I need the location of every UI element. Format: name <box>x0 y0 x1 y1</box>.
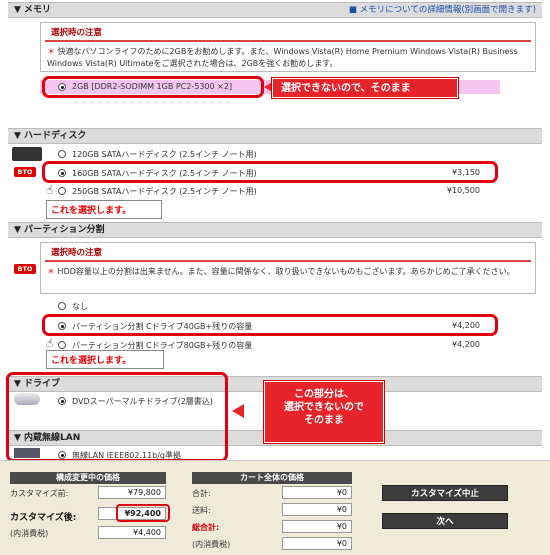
callout-line-3: そのまま <box>304 415 344 426</box>
memory-notice-title: 選択時の注意 <box>45 23 531 42</box>
current-price-title: 構成変更中の価格 <box>10 472 166 484</box>
partition-radio-none[interactable] <box>58 302 66 310</box>
partition-notice-body: ＊ HDD容量以上の分割は出来ません。また、容量に関係なく、取り扱いできないもの… <box>41 262 535 282</box>
hdd-section-header: ▼ ハードディスク <box>8 128 542 144</box>
partition-notice-text: HDD容量以上の分割は出来ません。また、容量に関係なく、取り扱いできないものもご… <box>57 267 515 276</box>
tax-value: ¥4,400 <box>98 526 166 539</box>
partition-notice: 選択時の注意 ＊ HDD容量以上の分割は出来ません。また、容量に関係なく、取り扱… <box>40 242 536 294</box>
hdd-image <box>12 147 42 161</box>
subtotal-label: 合計: <box>192 489 211 498</box>
memory-faded-text: ・・・・・・・・・・・・・・・・・・・・ <box>72 98 232 107</box>
arrow-left-icon <box>232 404 244 418</box>
hdd-radio-120[interactable] <box>58 150 66 158</box>
memory-highlight-box <box>42 76 264 98</box>
total-value: ¥0 <box>282 520 352 533</box>
subtotal-value: ¥0 <box>282 486 352 499</box>
after-value-highlight <box>116 504 170 522</box>
next-button[interactable]: 次へ <box>382 513 508 529</box>
memory-section-header: ▼ メモリ ■ メモリについての詳細情報(別画面で開きます) <box>8 2 542 18</box>
callout-line-1: この部分は、 <box>294 389 354 400</box>
shipping-value: ¥0 <box>282 503 352 516</box>
partition-bto-badge: BTO <box>14 264 36 274</box>
memory-notice-text: 快適なパソコンライフのために2GBをお勧めします。また、Windows Vist… <box>47 47 518 68</box>
hdd-option-250: 250GB SATAハードディスク (2.5インチ ノート用) <box>72 187 257 196</box>
hdd-header-label: ▼ ハードディスク <box>14 131 87 141</box>
hdd-option-120: 120GB SATAハードディスク (2.5インチ ノート用) <box>72 150 257 159</box>
memory-notice: 選択時の注意 ＊ 快適なパソコンライフのために2GBをお勧めします。また、Win… <box>40 22 536 72</box>
memory-detail-link[interactable]: ■ メモリについての詳細情報(別画面で開きます) <box>349 3 536 18</box>
total-tax-label: (内消費税) <box>192 540 231 549</box>
cancel-customize-button[interactable]: カスタマイズ中止 <box>382 485 508 501</box>
hdd-bto-badge: BTO <box>14 167 36 177</box>
partition-section-header: ▼ パーティション分割 <box>8 222 542 238</box>
after-label: カスタマイズ後: <box>10 513 77 523</box>
before-value: ¥79,800 <box>98 486 166 499</box>
hand-pointer-icon: ☝ <box>46 336 54 350</box>
shipping-label: 送料: <box>192 506 211 515</box>
hdd-highlight-box <box>42 161 498 183</box>
hdd-callout: これを選択します。 <box>46 200 162 219</box>
notice-mark-icon: ＊ <box>47 47 55 56</box>
hdd-radio-250[interactable] <box>58 187 66 195</box>
partition-header-label: ▼ パーティション分割 <box>14 225 105 235</box>
price-summary-bar: 構成変更中の価格 カスタマイズ前: ¥79,800 カスタマイズ後: ¥92,4… <box>0 460 550 555</box>
fixed-sections-highlight-box <box>6 372 228 462</box>
partition-option-none: なし <box>72 302 88 311</box>
partition-price-80: ¥4,200 <box>452 340 480 349</box>
tax-label: (内消費税) <box>10 529 49 538</box>
partition-radio-80[interactable] <box>58 341 66 349</box>
partition-highlight-box <box>42 314 498 336</box>
memory-callout: 選択できないので、そのまま <box>272 78 458 98</box>
total-label: 総合計: <box>192 523 220 532</box>
memory-notice-body: ＊ 快適なパソコンライフのために2GBをお勧めします。また、Windows Vi… <box>41 42 535 74</box>
callout-line-2: 選択できないので <box>284 402 364 413</box>
partition-callout: これを選択します。 <box>46 350 164 369</box>
total-tax-value: ¥0 <box>282 537 352 550</box>
notice-mark-icon: ＊ <box>47 267 55 276</box>
memory-header-label: ▼ メモリ <box>14 5 52 15</box>
before-label: カスタマイズ前: <box>10 489 69 498</box>
hdd-price-250: ¥10,500 <box>446 186 480 195</box>
fixed-sections-callout: この部分は、 選択できないので そのまま <box>264 381 384 443</box>
hand-pointer-icon: ☝ <box>46 183 54 197</box>
cart-price-title: カート全体の価格 <box>192 472 352 484</box>
partition-notice-title: 選択時の注意 <box>45 243 531 262</box>
